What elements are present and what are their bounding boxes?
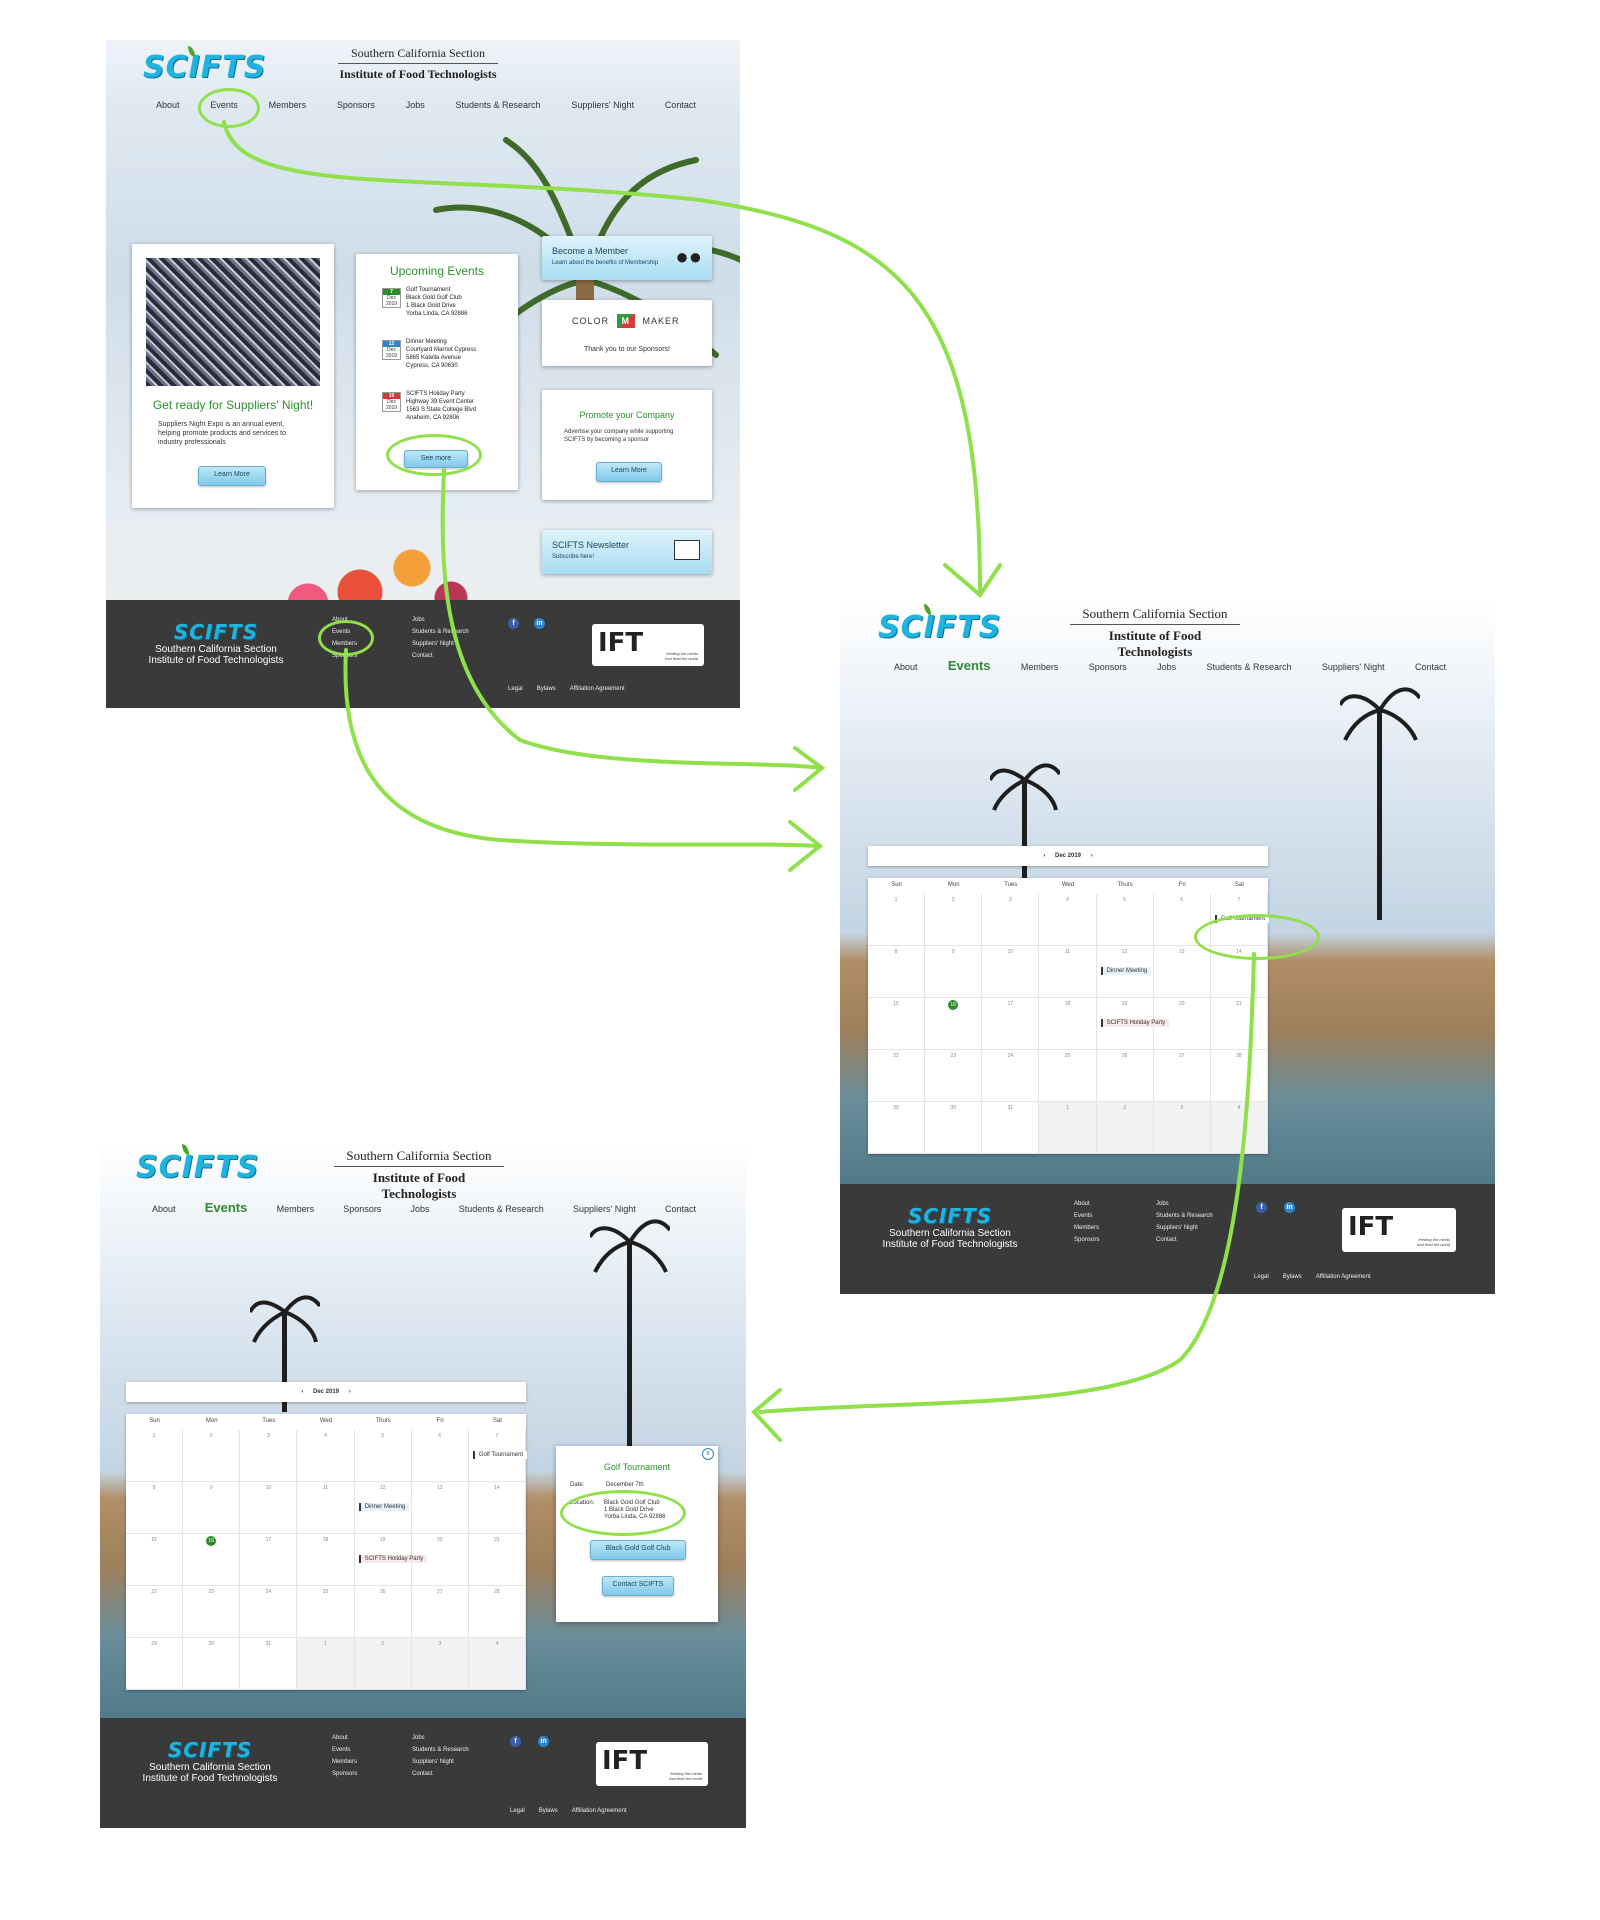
flow-arrows: [222, 120, 1256, 1442]
